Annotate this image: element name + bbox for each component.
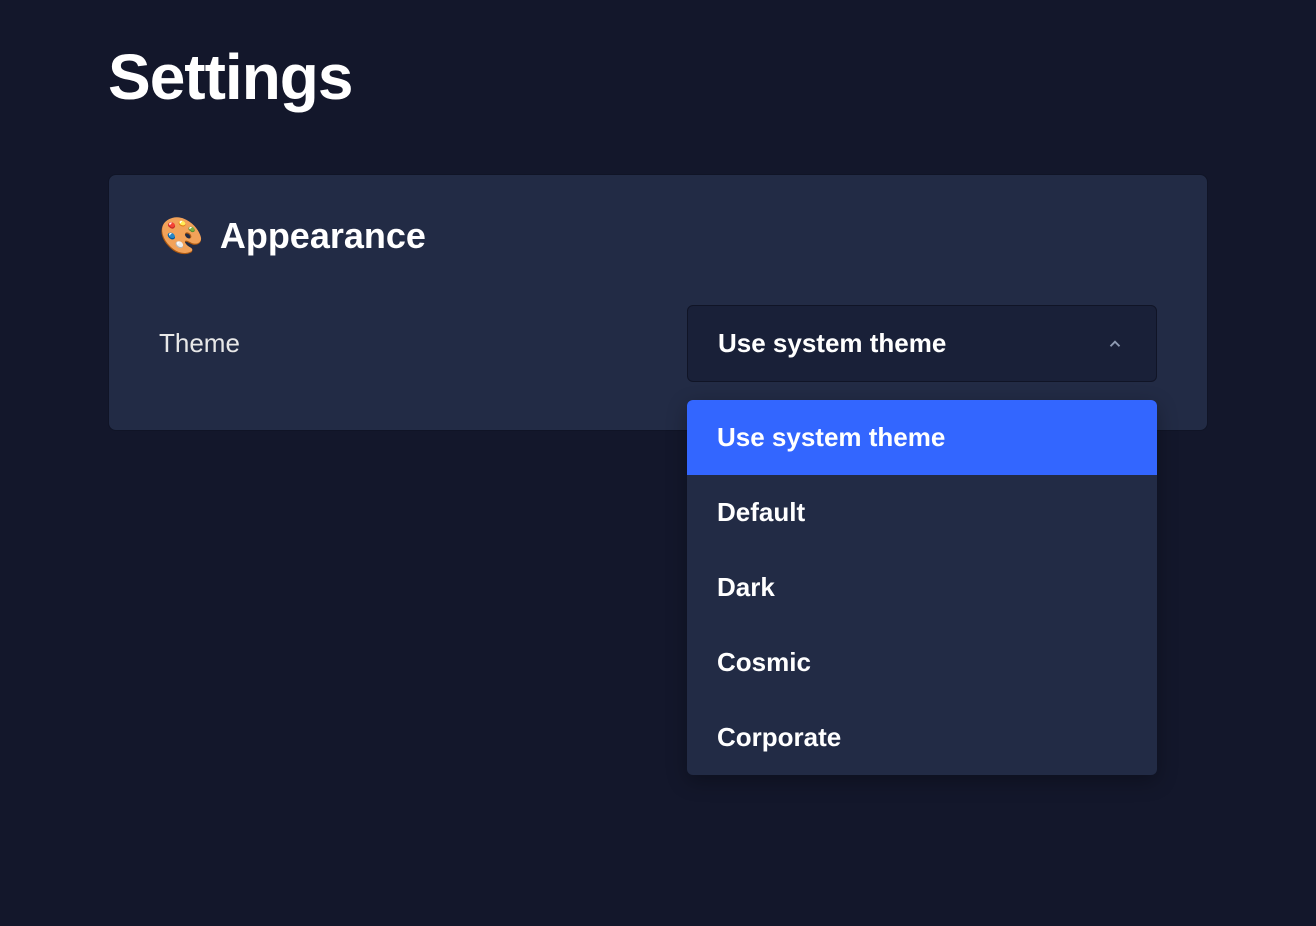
appearance-card: 🎨 Appearance Theme Use system theme Use … [108, 174, 1208, 431]
theme-option-default[interactable]: Default [687, 475, 1157, 550]
theme-selected-value: Use system theme [718, 328, 946, 359]
theme-select[interactable]: Use system theme [687, 305, 1157, 382]
theme-select-wrapper: Use system theme Use system theme Defaul… [687, 305, 1157, 382]
theme-option-cosmic[interactable]: Cosmic [687, 625, 1157, 700]
palette-icon: 🎨 [159, 218, 204, 254]
theme-option-corporate[interactable]: Corporate [687, 700, 1157, 775]
theme-option-use-system-theme[interactable]: Use system theme [687, 400, 1157, 475]
page-title: Settings [108, 40, 1208, 114]
theme-label: Theme [159, 328, 240, 359]
card-title: Appearance [220, 215, 426, 257]
theme-dropdown: Use system theme Default Dark Cosmic Cor… [687, 400, 1157, 775]
theme-option-dark[interactable]: Dark [687, 550, 1157, 625]
chevron-up-icon [1104, 333, 1126, 355]
theme-setting-row: Theme Use system theme Use system theme … [159, 305, 1157, 382]
card-header: 🎨 Appearance [159, 215, 1157, 257]
